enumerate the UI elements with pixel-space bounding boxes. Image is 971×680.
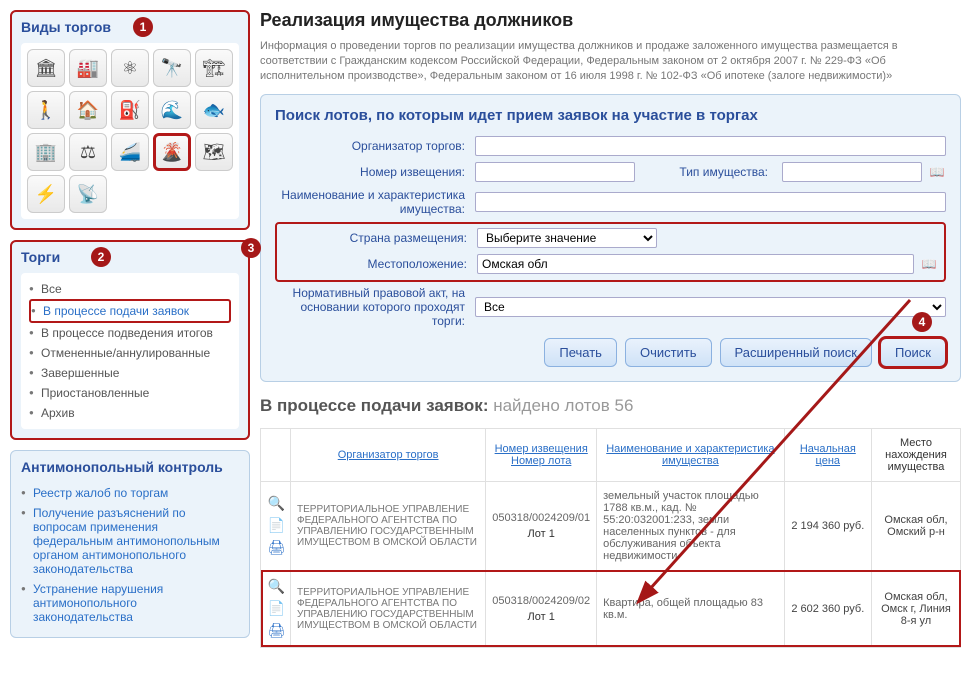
cell-org: ТЕРРИТОРИАЛЬНОЕ УПРАВЛЕНИЕ ФЕДЕРАЛЬНОГО … [291,570,486,647]
input-location[interactable] [477,254,914,274]
type-icon[interactable]: ⚖ [69,133,107,171]
page-intro: Информация о проведении торгов по реализ… [260,39,961,84]
cell-lot: 050318/0024209/01 Лот 1 [486,481,597,570]
input-notice[interactable] [475,162,635,182]
callout-3: 3 [241,238,261,258]
antimonopoly-title: Антимонопольный контроль [21,459,239,475]
label-notice: Номер извещения: [275,165,475,179]
type-icon[interactable]: 🚶 [27,91,65,129]
book-icon[interactable]: 📖 [920,255,938,273]
type-icon-selected[interactable]: 🌋 [153,133,191,171]
input-prop-name[interactable] [475,192,946,212]
auction-filter-item[interactable]: В процессе подведения итогов [29,323,231,343]
clear-button[interactable]: Очистить [625,338,712,367]
auction-types-title: Виды торгов [21,19,239,35]
type-icon[interactable]: ⚛ [111,49,149,87]
cell-price: 2 194 360 руб. [784,481,871,570]
panel-auctions: 2 Торги Все В процессе подачи заявок В п… [10,240,250,440]
col-notice-lot[interactable]: Номер извещения Номер лота [486,428,597,481]
results-table: Организатор торгов Номер извещения Номер… [260,428,961,648]
magnifier-icon[interactable]: 🔍 [268,579,284,595]
panel-antimonopoly: Антимонопольный контроль Реестр жалоб по… [10,450,250,638]
label-norm: Нормативный правовой акт, на основании к… [275,286,475,328]
select-country[interactable]: Выберите значение [477,228,657,248]
label-prop-type: Тип имущества: [679,165,776,179]
book-icon[interactable]: 📖 [928,163,946,181]
cell-loc: Омская обл, Омский р-н [871,481,960,570]
type-icon[interactable]: 🌊 [153,91,191,129]
cell-loc: Омская обл, Омск г, Линия 8-я ул [871,570,960,647]
table-row-highlighted[interactable]: 🔍 📄 🖨 ТЕРРИТОРИАЛЬНОЕ УПРАВЛЕНИЕ ФЕДЕРАЛ… [261,570,961,647]
type-icon[interactable]: 🏢 [27,133,65,171]
label-location: Местоположение: [283,257,477,271]
type-icon[interactable]: 🗺 [195,133,233,171]
cell-desc: земельный участок площадью 1788 кв.м., к… [597,481,784,570]
button-row: Печать Очистить Расширенный поиск Поиск … [275,338,946,367]
page-title: Реализация имущества должников [260,10,961,31]
anti-link[interactable]: Реестр жалоб по торгам [21,483,239,503]
print-button[interactable]: Печать [544,338,617,367]
col-price[interactable]: Начальная цена [784,428,871,481]
auction-filter-item[interactable]: Завершенные [29,363,231,383]
anti-link[interactable]: Устранение нарушения антимонопольного за… [21,579,239,627]
search-panel: Поиск лотов, по которым идет прием заяво… [260,94,961,382]
magnifier-icon[interactable]: 🔍 [268,496,284,512]
col-tools [261,428,291,481]
type-icon[interactable]: 🏠 [69,91,107,129]
callout-1: 1 [133,17,153,37]
auctions-title: Торги [21,249,239,265]
highlight-block-3: 3 Страна размещения: Выберите значение М… [275,222,946,282]
col-desc[interactable]: Наименование и характеристика имущества [597,428,784,481]
select-norm[interactable]: Все [475,297,946,317]
search-title: Поиск лотов, по которым идет прием заяво… [275,107,946,124]
callout-2: 2 [91,247,111,267]
auctions-list: Все В процессе подачи заявок В процессе … [21,273,239,429]
type-icon[interactable]: ⚡ [27,175,65,213]
col-organizer[interactable]: Организатор торгов [291,428,486,481]
print-icon[interactable]: 🖨 [268,540,284,556]
auction-filter-item-selected[interactable]: В процессе подачи заявок [29,299,231,323]
document-icon[interactable]: 📄 [268,518,284,534]
document-icon[interactable]: 📄 [268,601,284,617]
auction-filter-item[interactable]: Приостановленные [29,383,231,403]
anti-link[interactable]: Получение разъяснений по вопросам примен… [21,503,239,579]
type-icon[interactable]: ⛽ [111,91,149,129]
type-icon[interactable]: 🏗 [195,49,233,87]
auction-types-grid: 🏛 🏭 ⚛ 🔭 🏗 🚶 🏠 ⛽ 🌊 🐟 🏢 ⚖ 🚄 🌋 🗺 ⚡ 📡 [21,43,239,219]
panel-auction-types: 1 Виды торгов 🏛 🏭 ⚛ 🔭 🏗 🚶 🏠 ⛽ 🌊 🐟 🏢 ⚖ 🚄 … [10,10,250,230]
auction-filter-item[interactable]: Все [29,279,231,299]
type-icon[interactable]: 🐟 [195,91,233,129]
type-icon[interactable]: 🏭 [69,49,107,87]
print-icon[interactable]: 🖨 [268,623,284,639]
type-icon[interactable]: 🚄 [111,133,149,171]
cell-org: ТЕРРИТОРИАЛЬНОЕ УПРАВЛЕНИЕ ФЕДЕРАЛЬНОГО … [291,481,486,570]
cell-lot: 050318/0024209/02 Лот 1 [486,570,597,647]
advanced-button[interactable]: Расширенный поиск [720,338,872,367]
auction-filter-item[interactable]: Отмененные/аннулированные [29,343,231,363]
input-prop-type[interactable] [782,162,922,182]
cell-price: 2 602 360 руб. [784,570,871,647]
label-country: Страна размещения: [283,231,477,245]
label-organizer: Организатор торгов: [275,139,475,153]
type-icon[interactable]: 🔭 [153,49,191,87]
col-location: Место нахождения имущества [871,428,960,481]
search-button[interactable]: Поиск [880,338,946,367]
type-icon[interactable]: 📡 [69,175,107,213]
table-row[interactable]: 🔍 📄 🖨 ТЕРРИТОРИАЛЬНОЕ УПРАВЛЕНИЕ ФЕДЕРАЛ… [261,481,961,570]
results-header: В процессе подачи заявок: найдено лотов … [260,396,961,416]
input-organizer[interactable] [475,136,946,156]
label-prop-name: Наименование и характеристика имущества: [275,188,475,216]
callout-4: 4 [912,312,932,332]
type-icon[interactable]: 🏛 [27,49,65,87]
auction-filter-item[interactable]: Архив [29,403,231,423]
cell-desc: Квартира, общей площадью 83 кв.м. [597,570,784,647]
